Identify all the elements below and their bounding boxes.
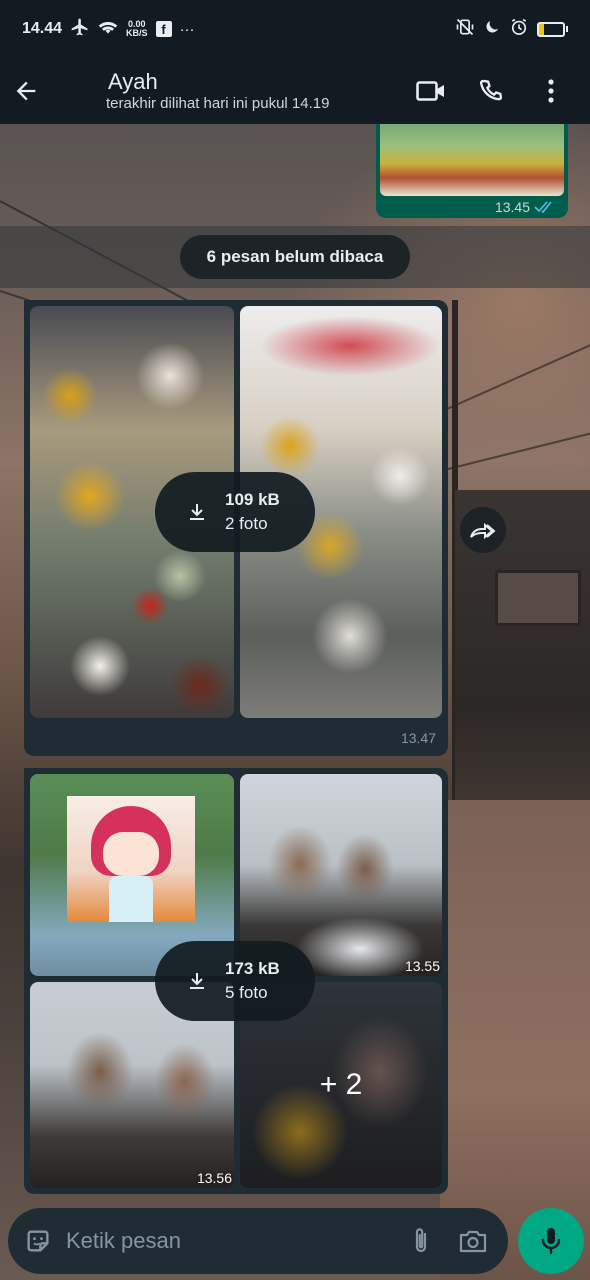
more-options-button[interactable] [534, 74, 568, 108]
sticker-face [103, 832, 159, 876]
photo-time: 13.56 [196, 1170, 232, 1186]
last-seen: terakhir dilihat hari ini pukul 14.19 [106, 95, 330, 112]
wallpaper-wire [439, 428, 590, 472]
attach-button[interactable] [404, 1224, 438, 1258]
video-call-button[interactable] [414, 74, 448, 108]
alarm-icon [509, 17, 529, 41]
sticker-body [109, 876, 153, 922]
net-speed-unit: KB/S [126, 28, 148, 38]
status-bar: 14.44 0.00 KB/S f ··· 19 [0, 0, 590, 58]
download-photo-count: 2 foto [225, 514, 268, 533]
photo-time: 13.55 [404, 958, 440, 974]
camera-button[interactable] [456, 1224, 490, 1258]
voice-call-button[interactable] [474, 74, 508, 108]
sticker-button[interactable] [22, 1225, 54, 1257]
voice-call-icon [479, 79, 503, 101]
download-album-button[interactable]: 109 kB 2 foto [155, 472, 315, 552]
download-size: 173 kB [225, 959, 280, 978]
voice-message-button[interactable] [518, 1208, 584, 1274]
battery-fill [539, 23, 544, 35]
contact-name: Ayah [108, 69, 158, 94]
download-icon [190, 973, 204, 989]
read-ticks-icon [534, 201, 552, 214]
download-size: 109 kB [225, 490, 280, 509]
forward-icon [470, 522, 496, 540]
contact-info[interactable]: Ayah terakhir dilihat hari ini pukul 14.… [106, 69, 330, 113]
more-notifications-indicator: ··· [179, 20, 195, 38]
message-time: 13.47 [400, 730, 436, 746]
message-input[interactable] [66, 1228, 404, 1254]
download-album-button[interactable]: 173 kB 5 foto [155, 941, 315, 1021]
anime-sticker-image [67, 796, 195, 922]
airplane-icon [70, 17, 90, 41]
back-arrow-icon [16, 81, 36, 101]
sent-image-message[interactable]: 13.45 [376, 120, 568, 218]
sent-message-time: 13.45 [494, 199, 530, 215]
battery-nub [566, 26, 568, 32]
camera-icon [459, 1230, 487, 1253]
battery-level: 19 [545, 23, 557, 35]
battery-body: 19 [537, 21, 565, 37]
download-photo-count: 5 foto [225, 983, 268, 1002]
video-call-icon [416, 81, 444, 101]
sent-image-thumbnail[interactable] [380, 124, 564, 196]
status-time: 14.44 [22, 20, 63, 37]
sticker-icon [27, 1230, 49, 1252]
back-button[interactable] [6, 71, 46, 111]
mic-icon [541, 1228, 561, 1255]
message-composer [8, 1208, 508, 1274]
forward-button[interactable] [460, 507, 506, 553]
facebook-icon: f [155, 21, 172, 37]
moon-icon [483, 18, 501, 40]
wifi-icon [98, 18, 118, 40]
attach-icon [415, 1228, 427, 1253]
net-speed: 0.00 KB/S [126, 20, 148, 38]
battery-icon: 19 [537, 21, 568, 37]
unread-messages-banner: 6 pesan belum dibaca [180, 235, 410, 279]
more-vert-icon [548, 79, 554, 103]
vibrate-icon [455, 17, 475, 41]
chat-header: Ayah terakhir dilihat hari ini pukul 14.… [0, 58, 590, 124]
download-icon [190, 504, 204, 520]
sent-message-meta: 13.45 [495, 199, 556, 215]
